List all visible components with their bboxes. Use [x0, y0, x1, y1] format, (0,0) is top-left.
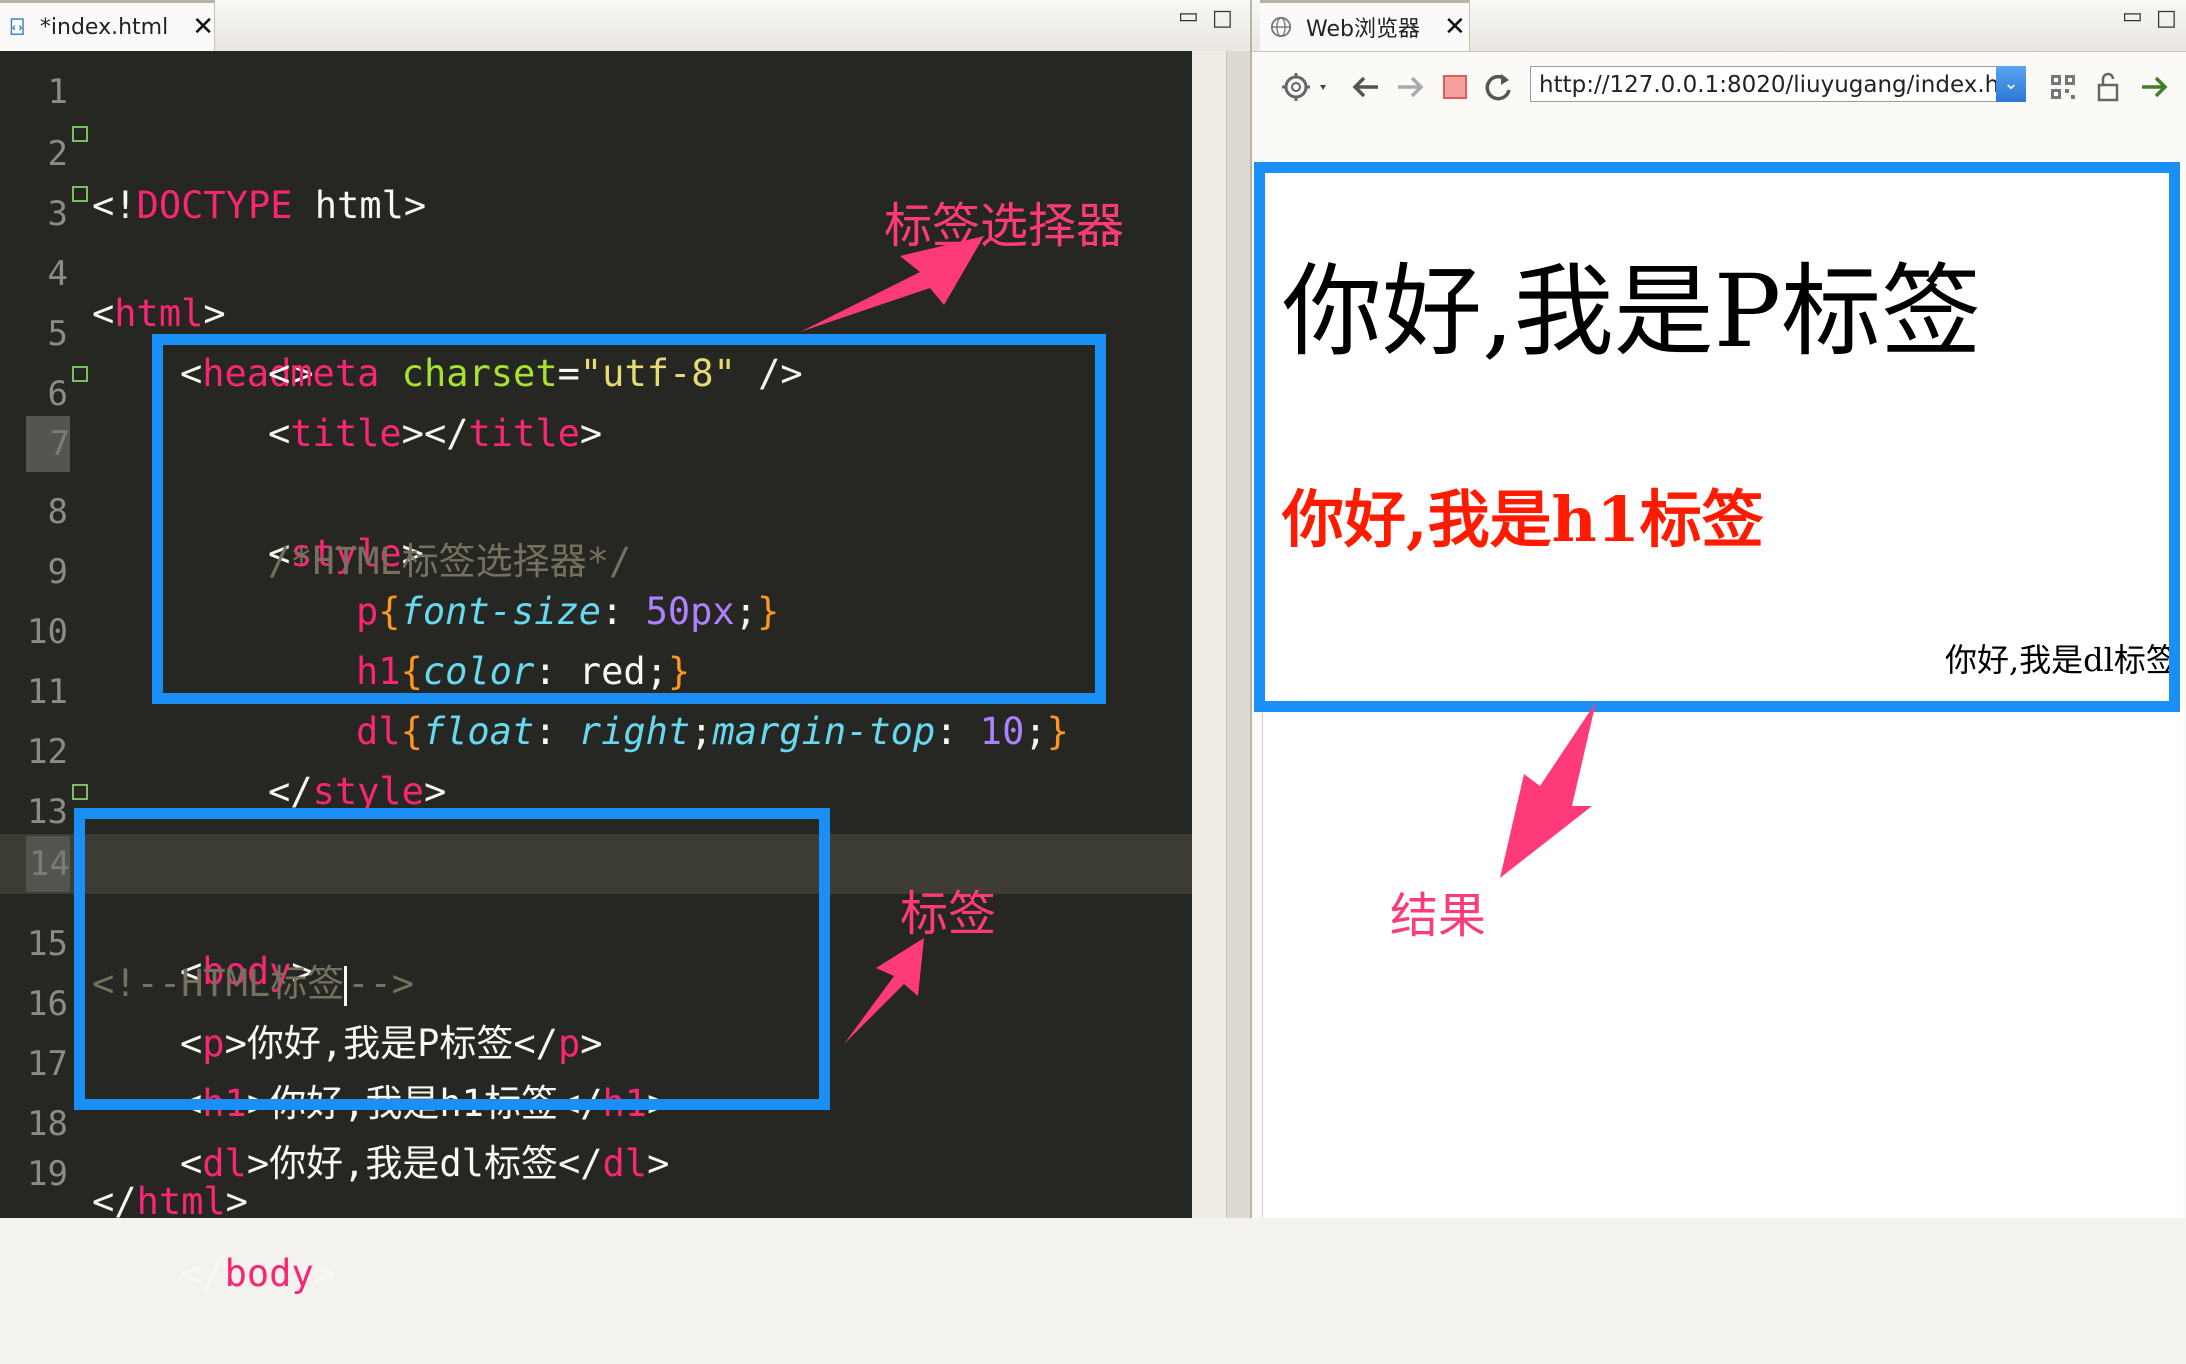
result-annotation-label: 结果: [1390, 888, 1487, 944]
selector-annotation-label: 标签选择器: [884, 198, 1125, 254]
arrow-to-body-icon: [844, 938, 924, 1044]
annotation-arrows: [800, 236, 1596, 1044]
tag-annotation-label: 标签: [900, 886, 997, 942]
arrow-to-result-icon: [1500, 702, 1596, 878]
